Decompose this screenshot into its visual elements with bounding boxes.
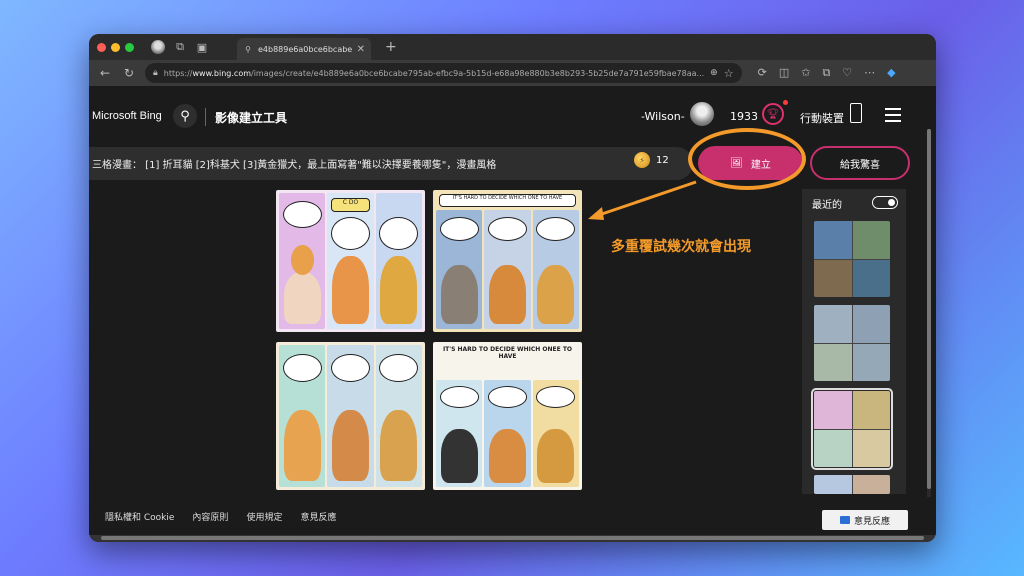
phone-icon[interactable] (850, 103, 862, 123)
image-panel (532, 380, 579, 487)
recent-toggle[interactable] (872, 196, 898, 209)
health-icon[interactable]: ♡ (842, 66, 852, 80)
recent-sidebar: 最近的 (802, 189, 906, 494)
workspaces-icon[interactable]: ⧉ (172, 39, 188, 55)
annotation-arrow (588, 180, 697, 220)
trophy-icon[interactable]: 🏆︎ (762, 103, 784, 125)
footer: 隱私權和 Cookie 內容原則 使用規定 意見反應 (89, 497, 936, 535)
generated-image-1[interactable]: C DO (276, 190, 425, 332)
generated-image-4[interactable]: IT'S HARD TO DECIDE WHICH ONEE TO HAVE (433, 342, 582, 490)
split-screen-icon[interactable]: ◫ (779, 66, 789, 80)
footer-link-terms[interactable]: 使用規定 (246, 510, 282, 523)
tab-bar: ⧉ ▣ ⚲ e4b889e6a0bce6bcabe795ab ✕ + (89, 34, 936, 60)
zoom-icon[interactable]: ⊕ (710, 68, 718, 78)
image-header-text: IT'S HARD TO DECIDE WHICH ONE TO HAVE (452, 195, 563, 202)
back-icon[interactable]: ← (97, 66, 113, 80)
tab-actions-icon[interactable]: ▣ (194, 39, 210, 55)
copilot-icon[interactable]: ◆ (887, 66, 895, 80)
feedback-button[interactable]: 意見反應 (822, 510, 908, 530)
profile-icon[interactable] (150, 39, 166, 55)
recent-thumbnail-2[interactable] (814, 305, 890, 381)
minimize-window-button[interactable] (111, 42, 120, 52)
maximize-window-button[interactable] (125, 42, 134, 52)
image-panel (375, 193, 422, 329)
tab-active[interactable]: ⚲ e4b889e6a0bce6bcabe795ab ✕ (237, 38, 371, 60)
new-tab-icon[interactable]: + (385, 39, 397, 55)
coin-icon: ⚡ (634, 152, 650, 168)
surprise-button[interactable]: 給我驚喜 (810, 146, 910, 180)
image-panel (436, 210, 483, 329)
annotation-text: 多重覆試幾次就會出現 (611, 239, 751, 255)
page-title[interactable]: 影像建立工具 (215, 109, 287, 126)
bing-header: Microsoft Bing ⚲ 影像建立工具 -Wilson- 1933 🏆︎… (89, 86, 936, 146)
hamburger-menu-icon[interactable] (885, 108, 901, 126)
highlight-circle (688, 128, 806, 190)
image-panel: C DO (327, 193, 374, 329)
tab-title: e4b889e6a0bce6bcabe795ab (258, 44, 352, 54)
image-panel (279, 345, 326, 487)
url-text: https://www.bing.com/images/create/e4b88… (163, 68, 705, 78)
footer-link-content-policy[interactable]: 內容原則 (192, 510, 228, 523)
search-icon[interactable]: ⚲ (173, 104, 197, 128)
generated-image-2[interactable]: IT'S HARD TO DECIDE WHICH ONE TO HAVE (433, 190, 582, 332)
address-row: ← ↻ 🔒︎ https://www.bing.com/images/creat… (89, 60, 936, 86)
favorites-icon[interactable]: ✩ (801, 66, 810, 80)
image-panel (436, 380, 483, 487)
feedback-label: 意見反應 (853, 516, 890, 527)
recent-label: 最近的 (812, 200, 842, 211)
image-header-text: C DO (342, 199, 359, 207)
image-panel (375, 345, 422, 487)
image-panel (532, 210, 579, 329)
image-panel (484, 380, 531, 487)
avatar[interactable] (690, 102, 714, 126)
boost-counter[interactable]: ⚡ 12 (634, 152, 669, 168)
browser-window: ⧉ ▣ ⚲ e4b889e6a0bce6bcabe795ab ✕ + ← ↻ 🔒… (89, 34, 936, 542)
recent-thumbnail-4[interactable] (814, 475, 890, 494)
recent-thumbnail-3[interactable] (811, 388, 893, 470)
image-panel (484, 210, 531, 329)
footer-link-feedback[interactable]: 意見反應 (300, 510, 336, 523)
image-panel (327, 345, 374, 487)
close-window-button[interactable] (97, 42, 106, 52)
extensions-icon[interactable]: ⟳ (758, 66, 767, 80)
image-header-text: IT'S HARD TO DECIDE WHICH ONEE TO HAVE (442, 346, 573, 361)
scrollbar-thumb[interactable] (927, 129, 931, 489)
image-panel (279, 193, 326, 329)
divider (205, 108, 206, 126)
prompt-text[interactable]: 三格漫畫： [1] 折耳貓 [2]科基犬 [3]黃金獵犬，最上面寫著"難以決擇要… (92, 156, 496, 171)
recent-thumbnail-1[interactable] (814, 221, 890, 297)
collections-icon[interactable]: ⧉ (822, 66, 830, 80)
horizontal-scrollbar-thumb[interactable] (101, 536, 924, 540)
search-favicon-icon: ⚲ (245, 44, 251, 54)
favorite-star-icon[interactable]: ☆ (724, 67, 734, 80)
notification-dot (783, 100, 788, 105)
browser-toolbar: ⟳ ◫ ✩ ⧉ ♡ ⋯ ◆ (758, 66, 896, 80)
username[interactable]: -Wilson- (641, 110, 685, 123)
footer-link-privacy[interactable]: 隱私權和 Cookie (105, 510, 174, 523)
address-bar[interactable]: 🔒︎ https://www.bing.com/images/create/e4… (145, 63, 742, 83)
chat-icon (839, 516, 850, 524)
rewards-points[interactable]: 1933 (730, 110, 758, 123)
lock-icon: 🔒︎ (153, 68, 158, 78)
close-tab-icon[interactable]: ✕ (357, 44, 365, 55)
mobile-link[interactable]: 行動裝置 (800, 110, 844, 126)
boost-count: 12 (656, 154, 669, 166)
window-controls (97, 42, 134, 52)
more-icon[interactable]: ⋯ (864, 66, 875, 80)
bing-logo[interactable]: Microsoft Bing (92, 110, 162, 122)
generated-image-3[interactable] (276, 342, 425, 490)
refresh-icon[interactable]: ↻ (121, 66, 137, 80)
